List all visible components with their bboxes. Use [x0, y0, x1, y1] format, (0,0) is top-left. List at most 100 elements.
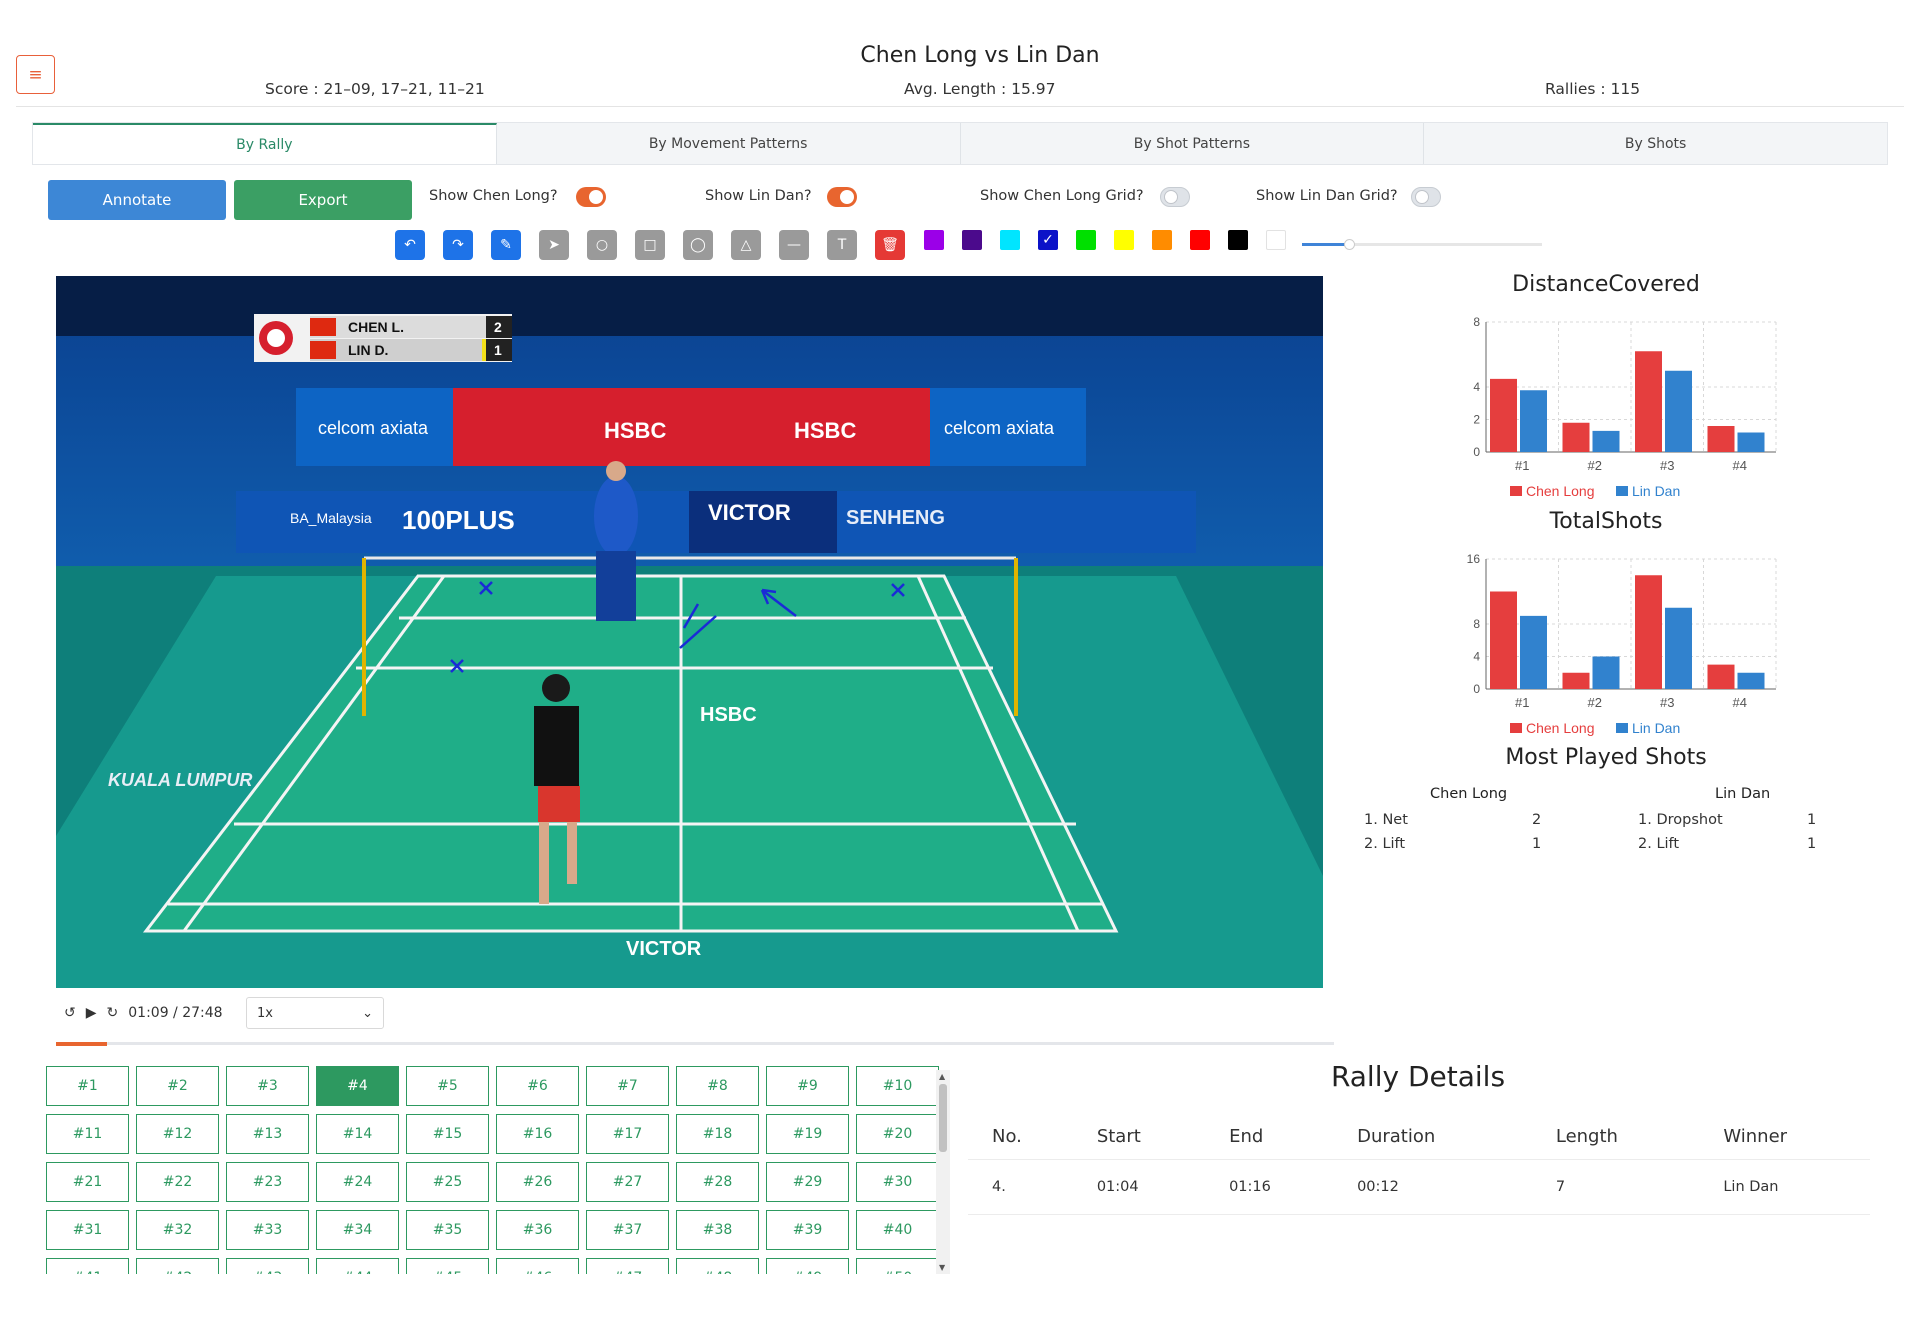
color-swatch[interactable] — [1228, 230, 1248, 250]
line-icon[interactable]: — — [779, 230, 809, 260]
rally-button[interactable]: #15 — [406, 1114, 489, 1154]
rally-button[interactable]: #32 — [136, 1210, 219, 1250]
rally-button[interactable]: #31 — [46, 1210, 129, 1250]
rally-button[interactable]: #20 — [856, 1114, 939, 1154]
color-swatch[interactable] — [1076, 230, 1096, 250]
sponsor-senheng: SENHENG — [846, 507, 945, 529]
rally-button[interactable]: #43 — [226, 1258, 309, 1274]
show-chen-long-toggle[interactable] — [576, 187, 606, 207]
rally-button[interactable]: #18 — [676, 1114, 759, 1154]
trash-icon[interactable]: 🗑 — [875, 230, 905, 260]
rally-button[interactable]: #24 — [316, 1162, 399, 1202]
color-swatch[interactable] — [1114, 230, 1134, 250]
rally-button[interactable]: #23 — [226, 1162, 309, 1202]
video-seek-bar[interactable] — [56, 1042, 1334, 1046]
table-cell: 01:04 — [1072, 1159, 1206, 1215]
play-icon[interactable]: ▶ — [86, 1005, 97, 1021]
rally-button[interactable]: #12 — [136, 1114, 219, 1154]
color-swatch[interactable] — [962, 230, 982, 250]
rally-button[interactable]: #50 — [856, 1258, 939, 1274]
scroll-down-icon[interactable]: ▼ — [939, 1263, 945, 1272]
scroll-thumb[interactable] — [939, 1084, 947, 1152]
rally-button[interactable]: #25 — [406, 1162, 489, 1202]
redo-icon[interactable]: ↷ — [443, 230, 473, 260]
rally-button[interactable]: #11 — [46, 1114, 129, 1154]
rally-button[interactable]: #26 — [496, 1162, 579, 1202]
text-icon[interactable]: T — [827, 230, 857, 260]
annotate-button[interactable]: Annotate — [48, 180, 226, 220]
rally-button[interactable]: #41 — [46, 1258, 129, 1274]
color-swatch[interactable]: ✓ — [1038, 230, 1058, 250]
show-lin-dan-toggle[interactable] — [827, 187, 857, 207]
rally-button[interactable]: #1 — [46, 1066, 129, 1106]
color-swatch[interactable] — [1152, 230, 1172, 250]
square-icon[interactable]: □ — [635, 230, 665, 260]
rally-button[interactable]: #39 — [766, 1210, 849, 1250]
triangle-icon[interactable]: △ — [731, 230, 761, 260]
show-lin-dan-grid-toggle[interactable] — [1411, 187, 1441, 207]
rally-button[interactable]: #16 — [496, 1114, 579, 1154]
slider-handle[interactable] — [1344, 239, 1355, 250]
ellipse-icon[interactable]: ◯ — [683, 230, 713, 260]
rally-button[interactable]: #3 — [226, 1066, 309, 1106]
tab-by-movement-patterns[interactable]: By Movement Patterns — [496, 123, 961, 164]
rally-button[interactable]: #36 — [496, 1210, 579, 1250]
circle-icon[interactable]: ○ — [587, 230, 617, 260]
rally-button[interactable]: #35 — [406, 1210, 489, 1250]
rally-button[interactable]: #28 — [676, 1162, 759, 1202]
legend-label: Lin Dan — [1632, 483, 1680, 499]
match-video[interactable]: celcom axiata HSBC HSBC celcom axiata BA… — [56, 276, 1323, 988]
rally-button[interactable]: #10 — [856, 1066, 939, 1106]
tab-by-rally[interactable]: By Rally — [33, 123, 497, 164]
rally-button[interactable]: #33 — [226, 1210, 309, 1250]
tab-by-shots[interactable]: By Shots — [1424, 123, 1887, 164]
rally-button[interactable]: #47 — [586, 1258, 669, 1274]
export-button[interactable]: Export — [234, 180, 412, 220]
rally-button[interactable]: #40 — [856, 1210, 939, 1250]
undo-icon[interactable]: ↶ — [395, 230, 425, 260]
bar-lin-dan — [1737, 432, 1765, 452]
rally-list-scrollbar[interactable]: ▲ ▼ — [936, 1070, 950, 1274]
rally-button[interactable]: #49 — [766, 1258, 849, 1274]
forward-icon[interactable]: ↻ — [107, 1005, 119, 1021]
rally-button[interactable]: #9 — [766, 1066, 849, 1106]
rally-button[interactable]: #5 — [406, 1066, 489, 1106]
color-swatch[interactable] — [1000, 230, 1020, 250]
rally-button[interactable]: #7 — [586, 1066, 669, 1106]
color-swatch[interactable] — [1190, 230, 1210, 250]
rally-button[interactable]: #21 — [46, 1162, 129, 1202]
rally-button[interactable]: #29 — [766, 1162, 849, 1202]
rally-button[interactable]: #42 — [136, 1258, 219, 1274]
rally-button[interactable]: #27 — [586, 1162, 669, 1202]
rally-button[interactable]: #44 — [316, 1258, 399, 1274]
tab-by-shot-patterns[interactable]: By Shot Patterns — [960, 123, 1425, 164]
rally-button[interactable]: #38 — [676, 1210, 759, 1250]
seek-progress — [56, 1042, 108, 1046]
rewind-icon[interactable]: ↺ — [64, 1005, 76, 1021]
color-swatch[interactable] — [1266, 230, 1286, 250]
rally-button[interactable]: #48 — [676, 1258, 759, 1274]
view-tabs: By Rally By Movement Patterns By Shot Pa… — [32, 122, 1888, 165]
brush-size-slider[interactable] — [1302, 239, 1542, 250]
scroll-up-icon[interactable]: ▲ — [939, 1072, 945, 1081]
color-swatch[interactable] — [924, 230, 944, 250]
rally-button[interactable]: #45 — [406, 1258, 489, 1274]
rally-button[interactable]: #46 — [496, 1258, 579, 1274]
rally-button[interactable]: #4 — [316, 1066, 399, 1106]
rally-button[interactable]: #17 — [586, 1114, 669, 1154]
rally-button[interactable]: #8 — [676, 1066, 759, 1106]
rally-button[interactable]: #37 — [586, 1210, 669, 1250]
rally-button[interactable]: #19 — [766, 1114, 849, 1154]
edit-icon[interactable]: ✎ — [491, 230, 521, 260]
rally-button[interactable]: #6 — [496, 1066, 579, 1106]
rally-button[interactable]: #13 — [226, 1114, 309, 1154]
rally-button[interactable]: #30 — [856, 1162, 939, 1202]
rally-button[interactable]: #14 — [316, 1114, 399, 1154]
rally-button[interactable]: #34 — [316, 1210, 399, 1250]
playback-speed-select[interactable]: 1x ⌄ — [246, 997, 384, 1029]
show-chen-long-grid-toggle[interactable] — [1160, 187, 1190, 207]
rally-button[interactable]: #2 — [136, 1066, 219, 1106]
pointer-icon[interactable]: ➤ — [539, 230, 569, 260]
rally-button[interactable]: #22 — [136, 1162, 219, 1202]
sponsor-celcom-right: celcom axiata — [944, 418, 1055, 438]
